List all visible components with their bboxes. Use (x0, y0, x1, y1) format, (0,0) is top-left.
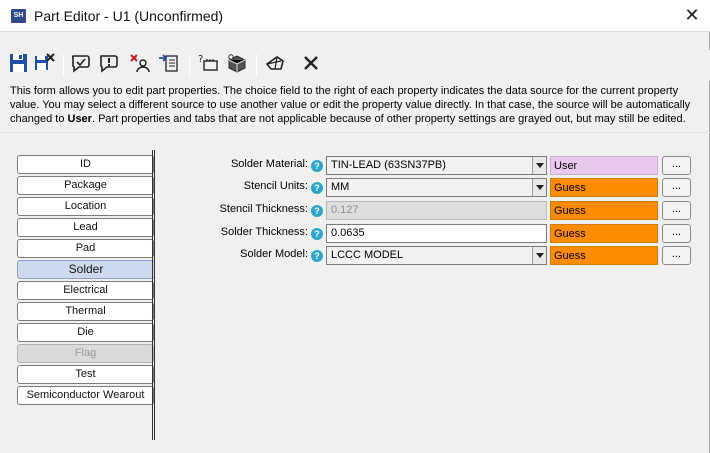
part-editor-window: SH Part Editor - U1 (Unconfirmed) ✕ ? Th… (0, 0, 710, 453)
app-icon: SH (11, 9, 26, 23)
stencil-units-label: Stencil Units: (243, 180, 308, 192)
stencil-thickness-input[interactable]: 0.127 (326, 201, 547, 220)
toolbar-separator (256, 54, 257, 76)
help-icon[interactable]: ? (311, 205, 323, 217)
field-row-solder-material: Solder Material: ? TIN-LEAD (63SN37PB) U… (0, 156, 710, 176)
solder-thickness-source[interactable]: Guess (550, 224, 658, 243)
stencil-units-select[interactable]: MM (326, 178, 547, 197)
tab-flag[interactable]: Flag (17, 344, 154, 363)
stencil-thickness-more-button[interactable]: ... (662, 201, 691, 220)
chevron-down-icon[interactable] (532, 247, 546, 264)
comment-check-icon[interactable] (70, 52, 96, 78)
chevron-down-icon[interactable] (532, 179, 546, 196)
clear-user-icon[interactable] (128, 52, 154, 78)
stencil-units-more-button[interactable]: ... (662, 178, 691, 197)
window-title: Part Editor - U1 (Unconfirmed) (34, 8, 224, 24)
solder-material-more-button[interactable]: ... (662, 156, 691, 175)
help-icon[interactable]: ? (311, 182, 323, 194)
window-close-button[interactable]: ✕ (682, 4, 702, 26)
solder-material-select[interactable]: TIN-LEAD (63SN37PB) (326, 156, 547, 175)
solder-thickness-input[interactable]: 0.0635 (326, 224, 547, 243)
close-icon[interactable] (300, 52, 326, 78)
field-row-solder-thickness: Solder Thickness: ? 0.0635 Guess ... (0, 224, 710, 244)
rename-part-icon[interactable]: ? (196, 52, 222, 78)
stencil-units-source[interactable]: Guess (550, 178, 658, 197)
comment-alert-icon[interactable] (98, 52, 124, 78)
tab-thermal[interactable]: Thermal (17, 302, 154, 321)
stencil-thickness-label: Stencil Thickness: (219, 203, 308, 215)
tab-semiconductor-wearout[interactable]: Semiconductor Wearout (17, 386, 154, 405)
solder-model-select[interactable]: LCCC MODEL (326, 246, 547, 265)
solder-thickness-label: Solder Thickness: (220, 226, 308, 238)
content-divider (0, 132, 710, 133)
tab-test[interactable]: Test (17, 365, 154, 384)
save-icon[interactable] (8, 52, 34, 78)
svg-text:?: ? (198, 54, 203, 65)
solder-model-source[interactable]: Guess (550, 246, 658, 265)
package-settings-icon[interactable] (225, 52, 251, 78)
tab-die[interactable]: Die (17, 323, 154, 342)
description-part2: . Part properties and tabs that are not … (91, 113, 686, 125)
toolbar: ? (0, 50, 710, 81)
stencil-thickness-source[interactable]: Guess (550, 201, 658, 220)
stencil-units-value: MM (331, 181, 350, 193)
solder-material-source[interactable]: User (550, 156, 658, 175)
help-icon[interactable]: ? (311, 250, 323, 262)
help-icon[interactable]: ? (311, 228, 323, 240)
description-text: This form allows you to edit part proper… (10, 84, 705, 126)
toolbar-separator (63, 54, 64, 76)
solder-thickness-more-button[interactable]: ... (662, 224, 691, 243)
field-row-solder-model: Solder Model: ? LCCC MODEL Guess ... (0, 246, 710, 266)
save-as-icon[interactable] (33, 52, 59, 78)
solder-material-value: TIN-LEAD (63SN37PB) (331, 159, 446, 171)
import-icon[interactable] (157, 52, 183, 78)
solder-material-label: Solder Material: (230, 158, 308, 170)
field-row-stencil-thickness: Stencil Thickness: ? 0.127 Guess ... (0, 201, 710, 221)
solder-model-label: Solder Model: (240, 248, 308, 260)
3d-view-icon[interactable] (263, 52, 289, 78)
solder-model-value: LCCC MODEL (331, 249, 404, 261)
solder-model-more-button[interactable]: ... (662, 246, 691, 265)
tab-electrical[interactable]: Electrical (17, 281, 154, 300)
help-icon[interactable]: ? (311, 160, 323, 172)
field-row-stencil-units: Stencil Units: ? MM Guess ... (0, 178, 710, 198)
description-bold: User (67, 113, 92, 125)
toolbar-separator (189, 54, 190, 76)
chevron-down-icon[interactable] (532, 157, 546, 174)
title-bar: SH Part Editor - U1 (Unconfirmed) ✕ (0, 0, 710, 32)
